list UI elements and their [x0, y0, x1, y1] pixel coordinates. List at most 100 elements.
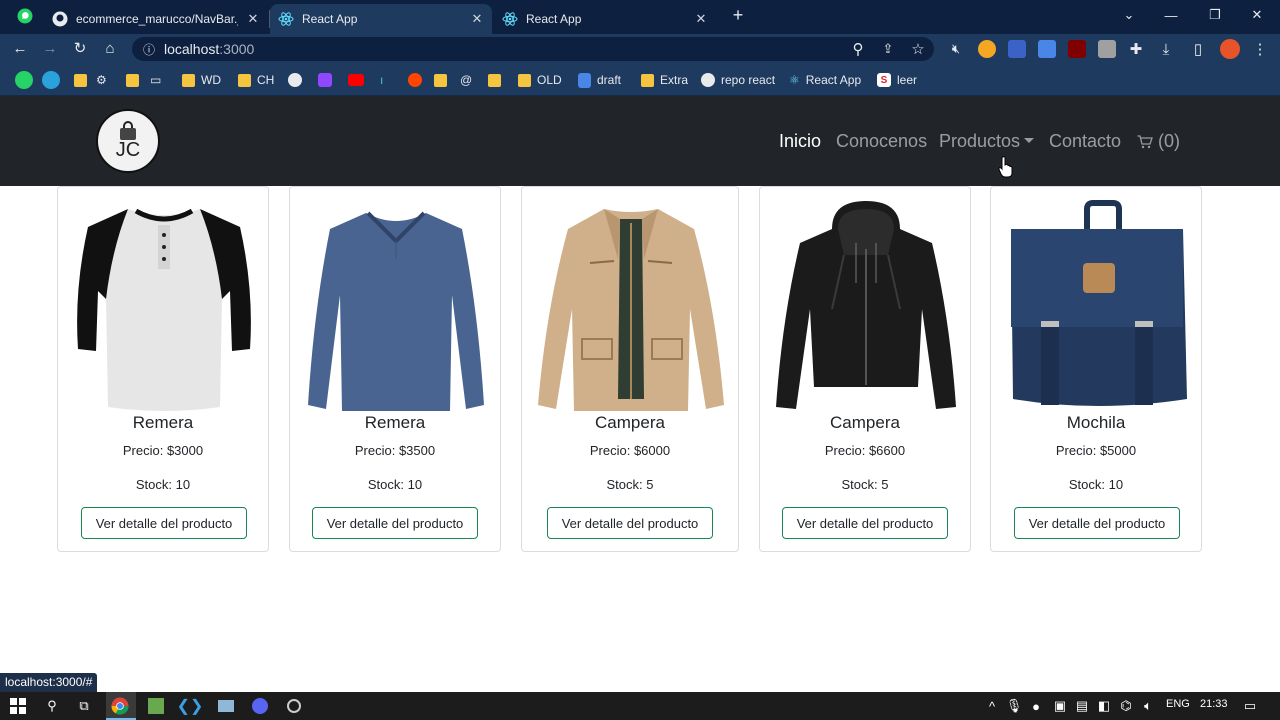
product-card: Campera Precio: $6000 Stock: 5 Ver detal…	[521, 186, 739, 552]
view-product-detail-button[interactable]: Ver detalle del producto	[1014, 507, 1180, 539]
tray-app-icon[interactable]: ◧	[1094, 696, 1114, 716]
star-icon[interactable]: ☆	[908, 39, 928, 59]
tab-github-navbar[interactable]: ecommerce_marucco/NavBar.js a ✕	[44, 4, 268, 34]
puzzle-icon[interactable]: ✚	[1126, 39, 1146, 59]
nav-dropdown-productos[interactable]: Productos	[939, 131, 1035, 152]
ublock-extension-icon[interactable]	[1068, 40, 1086, 58]
tab-react-app-active[interactable]: React App ✕	[270, 4, 492, 34]
tray-app-icon[interactable]: ▤	[1072, 696, 1092, 716]
bookmark-reddit[interactable]	[408, 71, 422, 89]
whatsapp-icon[interactable]	[17, 8, 33, 24]
mute-icon[interactable]: 🔇︎	[946, 39, 966, 59]
bookmark-folder-extra[interactable]: Extra	[641, 71, 688, 89]
extension-icon[interactable]	[1098, 40, 1116, 58]
view-product-detail-button[interactable]: Ver detalle del producto	[312, 507, 478, 539]
discord-tray-icon[interactable]: ●	[1026, 696, 1046, 716]
cart-widget[interactable]: (0)	[1137, 131, 1180, 152]
close-icon[interactable]: ✕	[246, 11, 260, 27]
whatsapp-bookmark-icon[interactable]	[15, 71, 33, 89]
photos-icon[interactable]	[216, 696, 236, 716]
clock[interactable]: 21:33	[1200, 698, 1228, 710]
nav-link-conocenos[interactable]: Conocenos	[836, 131, 927, 152]
windows-start-icon[interactable]	[8, 696, 28, 716]
view-product-detail-button[interactable]: Ver detalle del producto	[547, 507, 713, 539]
bookmark-mail[interactable]: @	[460, 71, 472, 89]
volume-icon[interactable]: 🔈︎	[1138, 696, 1158, 716]
zoom-icon[interactable]: ⚲	[848, 39, 868, 59]
app-icon[interactable]	[146, 696, 166, 716]
shopping-bag-icon	[120, 120, 136, 140]
product-title: Remera	[132, 413, 194, 432]
brand-logo[interactable]: JC	[96, 109, 160, 173]
bookmark-label: CH	[257, 73, 275, 87]
timer-extension-icon[interactable]	[978, 40, 996, 58]
language-indicator[interactable]: ENG	[1166, 698, 1190, 710]
task-view-icon[interactable]: ⧉	[74, 696, 94, 716]
bookmark-folder[interactable]	[488, 71, 501, 89]
obs-icon[interactable]	[284, 696, 304, 716]
github-icon	[52, 11, 68, 27]
chrome-icon[interactable]	[110, 696, 130, 716]
bookmark-folder[interactable]	[434, 71, 447, 89]
settings-bookmark[interactable]: ⚙	[96, 71, 107, 89]
bookmark-label: OLD	[537, 73, 562, 87]
tab-title: React App	[302, 12, 358, 26]
sidepanel-icon[interactable]: ▯	[1188, 39, 1208, 59]
nav-link-inicio[interactable]: Inicio	[779, 131, 821, 152]
bookmark-youtube[interactable]	[348, 71, 364, 89]
close-icon[interactable]: ✕	[694, 11, 708, 27]
url-text[interactable]: localhost:3000	[164, 41, 254, 57]
tab-search-icon[interactable]: ⌄	[1106, 0, 1152, 30]
discord-icon[interactable]	[250, 696, 270, 716]
nav-link-contacto[interactable]: Contacto	[1049, 131, 1121, 152]
bookmark-github[interactable]	[288, 71, 302, 89]
bookmark-folder-wd[interactable]: WD	[182, 71, 221, 89]
forward-icon[interactable]: →	[40, 38, 60, 58]
translate-extension-icon[interactable]	[1038, 40, 1056, 58]
product-image-navy-backpack	[1003, 199, 1189, 411]
microphone-icon[interactable]: 🎙︎	[1004, 696, 1024, 716]
product-stock: Stock: 5	[606, 477, 654, 492]
bookmark-react-app[interactable]: ⚛ React App	[789, 71, 861, 89]
view-product-detail-button[interactable]: Ver detalle del producto	[81, 507, 247, 539]
close-icon[interactable]: ✕	[470, 11, 484, 27]
telegram-bookmark-icon[interactable]	[42, 71, 60, 89]
bookmark-repo-react[interactable]: repo react	[701, 71, 775, 89]
notifications-icon[interactable]: ▭	[1240, 696, 1260, 716]
tray-app-icon[interactable]: ▣	[1050, 696, 1070, 716]
download-icon[interactable]: ⤓	[1156, 39, 1176, 59]
bookmark-folder[interactable]	[126, 71, 139, 89]
new-tab-button[interactable]: +	[724, 0, 752, 30]
product-price: Precio: $5000	[1055, 443, 1137, 458]
home-icon[interactable]: ⌂	[100, 38, 120, 58]
chevron-up-icon[interactable]: ^	[982, 696, 1002, 716]
menu-icon[interactable]: ⋮	[1250, 39, 1270, 59]
view-product-detail-button[interactable]: Ver detalle del producto	[782, 507, 948, 539]
share-icon[interactable]: ⇪	[878, 39, 898, 59]
bookmark-twitch[interactable]	[318, 71, 332, 89]
vscode-icon[interactable]: ❮❯	[177, 696, 204, 716]
bookmark-draft[interactable]: draft	[578, 71, 621, 89]
back-icon[interactable]: ←	[10, 38, 30, 58]
search-icon[interactable]: ⚲	[42, 696, 62, 716]
bookmark-folder[interactable]	[74, 71, 87, 89]
profile-avatar[interactable]	[1220, 39, 1240, 59]
tab-react-app[interactable]: React App ✕	[494, 4, 716, 34]
info-icon[interactable]: ⓘ	[139, 39, 159, 59]
minimize-button[interactable]: —	[1148, 0, 1194, 30]
bookmark-camera[interactable]: ▭	[150, 71, 161, 89]
restore-button[interactable]: ❐	[1192, 0, 1238, 30]
bookmark-folder-old[interactable]: OLD	[518, 71, 562, 89]
product-title: Campera	[595, 413, 665, 432]
product-card: Campera Precio: $6600 Stock: 5 Ver detal…	[759, 186, 971, 552]
reload-icon[interactable]: ↻	[70, 38, 90, 58]
bookmark-item[interactable]: ı	[380, 71, 383, 89]
close-window-button[interactable]: ✕	[1234, 0, 1280, 30]
network-icon[interactable]: ⌬	[1116, 696, 1136, 716]
product-stock: Stock: 10	[367, 477, 423, 492]
folder-icon	[238, 73, 251, 87]
bookmark-leer[interactable]: Sleer	[877, 71, 917, 89]
bitwarden-extension-icon[interactable]	[1008, 40, 1026, 58]
bookmark-folder-ch[interactable]: CH	[238, 71, 274, 89]
product-card: Remera Precio: $3000 Stock: 10 Ver detal…	[57, 186, 269, 552]
